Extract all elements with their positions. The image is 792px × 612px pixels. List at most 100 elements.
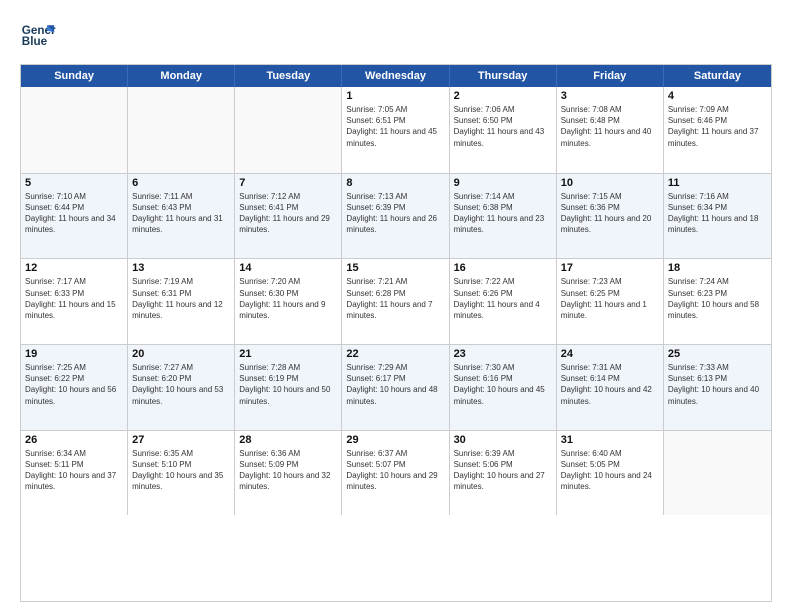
- day-header-sunday: Sunday: [21, 65, 128, 87]
- day-number: 15: [346, 262, 444, 274]
- calendar-cell: 10Sunrise: 7:15 AMSunset: 6:36 PMDayligh…: [557, 174, 664, 259]
- calendar-cell: [235, 87, 342, 173]
- logo-icon: General Blue: [20, 18, 56, 54]
- calendar-row-4: 26 Sunrise: 6:34 AMSunset: 5:11 PMDayligh…: [21, 430, 771, 516]
- day-info: Sunrise: 7:29 AMSunset: 6:17 PMDaylight:…: [346, 362, 444, 407]
- day-number: 1: [346, 90, 444, 102]
- day-number: 9: [454, 177, 552, 189]
- day-info: Sunrise: 6:35 AMSunset: 5:10 PMDaylight:…: [132, 448, 230, 493]
- day-number: 26: [25, 434, 123, 446]
- day-header-wednesday: Wednesday: [342, 65, 449, 87]
- calendar-cell: 18 Sunrise: 7:24 AMSunset: 6:23 PMDayligh…: [664, 259, 771, 344]
- day-header-monday: Monday: [128, 65, 235, 87]
- calendar-cell: 22 Sunrise: 7:29 AMSunset: 6:17 PMDayligh…: [342, 345, 449, 430]
- calendar-row-3: 19 Sunrise: 7:25 AMSunset: 6:22 PMDayligh…: [21, 344, 771, 430]
- day-number: 3: [561, 90, 659, 102]
- day-info: Sunrise: 7:17 AMSunset: 6:33 PMDaylight:…: [25, 276, 123, 321]
- day-info: Sunrise: 7:27 AMSunset: 6:20 PMDaylight:…: [132, 362, 230, 407]
- day-info: Sunrise: 7:11 AMSunset: 6:43 PMDaylight:…: [132, 191, 230, 236]
- calendar-cell: 19 Sunrise: 7:25 AMSunset: 6:22 PMDayligh…: [21, 345, 128, 430]
- calendar-cell: 28Sunrise: 6:36 AMSunset: 5:09 PMDayligh…: [235, 431, 342, 516]
- day-info: Sunrise: 7:25 AMSunset: 6:22 PMDaylight:…: [25, 362, 123, 407]
- calendar-header: SundayMondayTuesdayWednesdayThursdayFrid…: [21, 65, 771, 87]
- day-number: 22: [346, 348, 444, 360]
- calendar-cell: 24 Sunrise: 7:31 AMSunset: 6:14 PMDayligh…: [557, 345, 664, 430]
- day-number: 31: [561, 434, 659, 446]
- day-info: Sunrise: 7:31 AMSunset: 6:14 PMDaylight:…: [561, 362, 659, 407]
- day-number: 14: [239, 262, 337, 274]
- calendar-cell: 21 Sunrise: 7:28 AMSunset: 6:19 PMDayligh…: [235, 345, 342, 430]
- day-header-tuesday: Tuesday: [235, 65, 342, 87]
- calendar-cell: 3 Sunrise: 7:08 AMSunset: 6:48 PMDaylight…: [557, 87, 664, 173]
- calendar-cell: 9Sunrise: 7:14 AMSunset: 6:38 PMDaylight…: [450, 174, 557, 259]
- day-number: 4: [668, 90, 767, 102]
- calendar-body: 1 Sunrise: 7:05 AMSunset: 6:51 PMDaylight…: [21, 87, 771, 601]
- day-info: Sunrise: 7:22 AMSunset: 6:26 PMDaylight:…: [454, 276, 552, 321]
- day-info: Sunrise: 7:08 AMSunset: 6:48 PMDaylight:…: [561, 104, 659, 149]
- day-number: 17: [561, 262, 659, 274]
- calendar-row-2: 12 Sunrise: 7:17 AMSunset: 6:33 PMDayligh…: [21, 258, 771, 344]
- day-header-thursday: Thursday: [450, 65, 557, 87]
- logo: General Blue: [20, 18, 56, 54]
- calendar-cell: 13 Sunrise: 7:19 AMSunset: 6:31 PMDayligh…: [128, 259, 235, 344]
- calendar-cell: 16 Sunrise: 7:22 AMSunset: 6:26 PMDayligh…: [450, 259, 557, 344]
- day-info: Sunrise: 7:23 AMSunset: 6:25 PMDaylight:…: [561, 276, 659, 321]
- day-info: Sunrise: 6:36 AMSunset: 5:09 PMDaylight:…: [239, 448, 337, 493]
- day-number: 20: [132, 348, 230, 360]
- day-number: 27: [132, 434, 230, 446]
- day-info: Sunrise: 7:19 AMSunset: 6:31 PMDaylight:…: [132, 276, 230, 321]
- day-info: Sunrise: 7:06 AMSunset: 6:50 PMDaylight:…: [454, 104, 552, 149]
- calendar-cell: 29 Sunrise: 6:37 AMSunset: 5:07 PMDayligh…: [342, 431, 449, 516]
- day-number: 18: [668, 262, 767, 274]
- day-info: Sunrise: 7:30 AMSunset: 6:16 PMDaylight:…: [454, 362, 552, 407]
- calendar-cell: 2Sunrise: 7:06 AMSunset: 6:50 PMDaylight…: [450, 87, 557, 173]
- day-info: Sunrise: 6:40 AMSunset: 5:05 PMDaylight:…: [561, 448, 659, 493]
- calendar: SundayMondayTuesdayWednesdayThursdayFrid…: [20, 64, 772, 602]
- calendar-cell: 17 Sunrise: 7:23 AMSunset: 6:25 PMDayligh…: [557, 259, 664, 344]
- day-number: 16: [454, 262, 552, 274]
- day-number: 12: [25, 262, 123, 274]
- day-number: 29: [346, 434, 444, 446]
- calendar-cell: 31 Sunrise: 6:40 AMSunset: 5:05 PMDayligh…: [557, 431, 664, 516]
- calendar-cell: [664, 431, 771, 516]
- day-number: 7: [239, 177, 337, 189]
- day-header-friday: Friday: [557, 65, 664, 87]
- day-info: Sunrise: 7:15 AMSunset: 6:36 PMDaylight:…: [561, 191, 659, 236]
- day-number: 6: [132, 177, 230, 189]
- day-number: 5: [25, 177, 123, 189]
- header: General Blue: [20, 18, 772, 54]
- calendar-cell: 25 Sunrise: 7:33 AMSunset: 6:13 PMDayligh…: [664, 345, 771, 430]
- day-number: 24: [561, 348, 659, 360]
- day-number: 13: [132, 262, 230, 274]
- day-info: Sunrise: 7:09 AMSunset: 6:46 PMDaylight:…: [668, 104, 767, 149]
- day-info: Sunrise: 7:28 AMSunset: 6:19 PMDaylight:…: [239, 362, 337, 407]
- calendar-cell: 20 Sunrise: 7:27 AMSunset: 6:20 PMDayligh…: [128, 345, 235, 430]
- calendar-row-1: 5Sunrise: 7:10 AMSunset: 6:44 PMDaylight…: [21, 173, 771, 259]
- day-number: 8: [346, 177, 444, 189]
- day-info: Sunrise: 7:16 AMSunset: 6:34 PMDaylight:…: [668, 191, 767, 236]
- calendar-cell: 26 Sunrise: 6:34 AMSunset: 5:11 PMDayligh…: [21, 431, 128, 516]
- page: General Blue SundayMondayTuesdayWednesda…: [0, 0, 792, 612]
- day-info: Sunrise: 7:05 AMSunset: 6:51 PMDaylight:…: [346, 104, 444, 149]
- calendar-cell: 11Sunrise: 7:16 AMSunset: 6:34 PMDayligh…: [664, 174, 771, 259]
- day-info: Sunrise: 6:39 AMSunset: 5:06 PMDaylight:…: [454, 448, 552, 493]
- day-info: Sunrise: 6:37 AMSunset: 5:07 PMDaylight:…: [346, 448, 444, 493]
- calendar-cell: 23Sunrise: 7:30 AMSunset: 6:16 PMDayligh…: [450, 345, 557, 430]
- day-header-saturday: Saturday: [664, 65, 771, 87]
- svg-text:Blue: Blue: [22, 35, 48, 48]
- day-info: Sunrise: 7:24 AMSunset: 6:23 PMDaylight:…: [668, 276, 767, 321]
- day-info: Sunrise: 7:21 AMSunset: 6:28 PMDaylight:…: [346, 276, 444, 321]
- day-number: 30: [454, 434, 552, 446]
- day-number: 19: [25, 348, 123, 360]
- day-info: Sunrise: 7:33 AMSunset: 6:13 PMDaylight:…: [668, 362, 767, 407]
- calendar-cell: 30 Sunrise: 6:39 AMSunset: 5:06 PMDayligh…: [450, 431, 557, 516]
- day-info: Sunrise: 7:13 AMSunset: 6:39 PMDaylight:…: [346, 191, 444, 236]
- day-number: 25: [668, 348, 767, 360]
- calendar-cell: [21, 87, 128, 173]
- day-info: Sunrise: 7:20 AMSunset: 6:30 PMDaylight:…: [239, 276, 337, 321]
- day-info: Sunrise: 6:34 AMSunset: 5:11 PMDaylight:…: [25, 448, 123, 493]
- calendar-cell: 12 Sunrise: 7:17 AMSunset: 6:33 PMDayligh…: [21, 259, 128, 344]
- day-number: 21: [239, 348, 337, 360]
- calendar-cell: 6 Sunrise: 7:11 AMSunset: 6:43 PMDaylight…: [128, 174, 235, 259]
- calendar-cell: 4 Sunrise: 7:09 AMSunset: 6:46 PMDaylight…: [664, 87, 771, 173]
